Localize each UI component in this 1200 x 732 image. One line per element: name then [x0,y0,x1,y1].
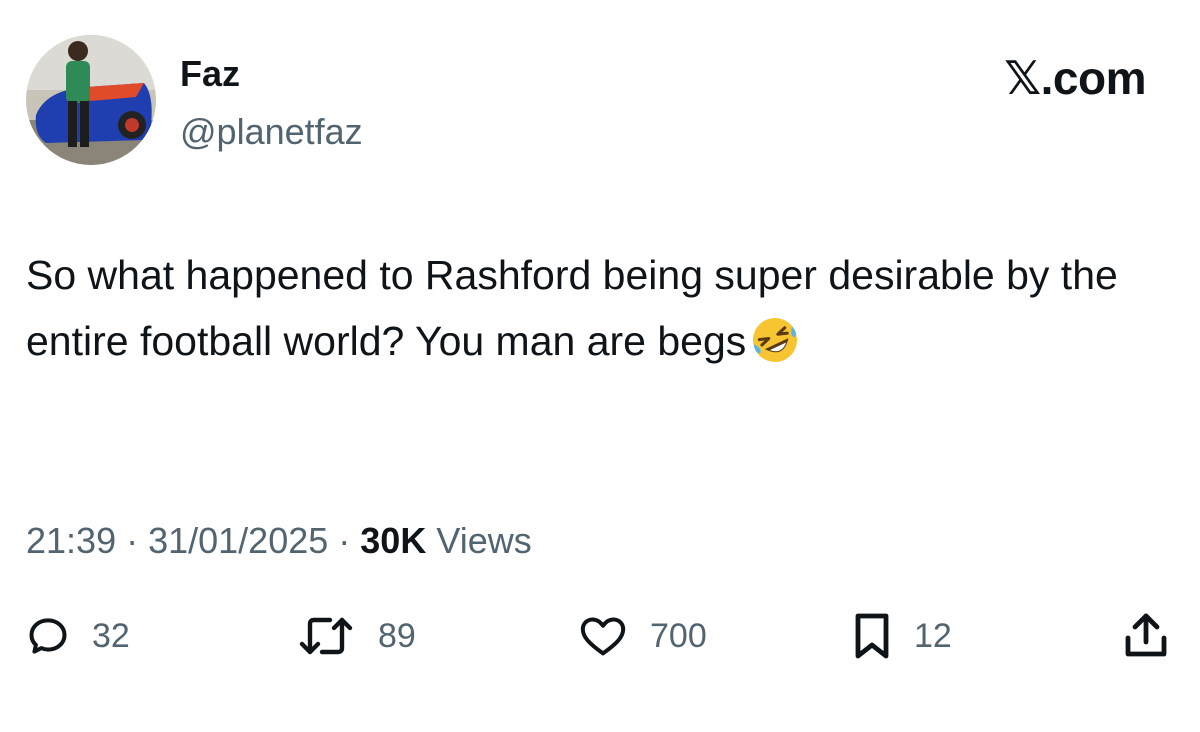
repost-icon [299,617,353,655]
meta-separator: · [328,520,361,561]
x-logo-icon: 𝕏 [1004,51,1041,105]
rolling-on-floor-laughing-emoji [753,318,798,362]
bookmark-icon [855,613,889,659]
bookmark-count: 12 [914,616,952,655]
like-button[interactable]: 700 [578,612,707,660]
reply-button[interactable]: 32 [26,612,130,660]
author-display-name[interactable]: Faz [180,52,240,96]
brand-domain: .com [1040,52,1147,104]
repost-button[interactable]: 89 [296,612,416,660]
reply-count: 32 [92,616,130,655]
views-label: Views [426,520,532,561]
bookmark-button[interactable]: 12 [852,612,952,660]
profile-photo-icon [26,35,156,165]
meta-separator: · [116,520,149,561]
reply-icon [29,618,67,654]
views-count[interactable]: 30K [360,520,426,561]
x-com-logo: 𝕏.com [1004,50,1146,106]
tweet-meta: 21:39 · 31/01/2025 · 30K Views [26,518,532,564]
tweet-date[interactable]: 31/01/2025 [148,520,328,561]
share-icon [1125,613,1167,657]
author-avatar[interactable] [26,35,156,165]
author-handle[interactable]: @planetfaz [180,110,363,154]
tweet-text: So what happened to Rashford being super… [26,242,1176,374]
heart-icon [580,617,626,656]
tweet-body: So what happened to Rashford being super… [26,252,1130,364]
tweet-time[interactable]: 21:39 [26,520,116,561]
like-count: 700 [650,616,707,655]
repost-count: 89 [378,616,416,655]
share-button[interactable] [1124,612,1168,660]
